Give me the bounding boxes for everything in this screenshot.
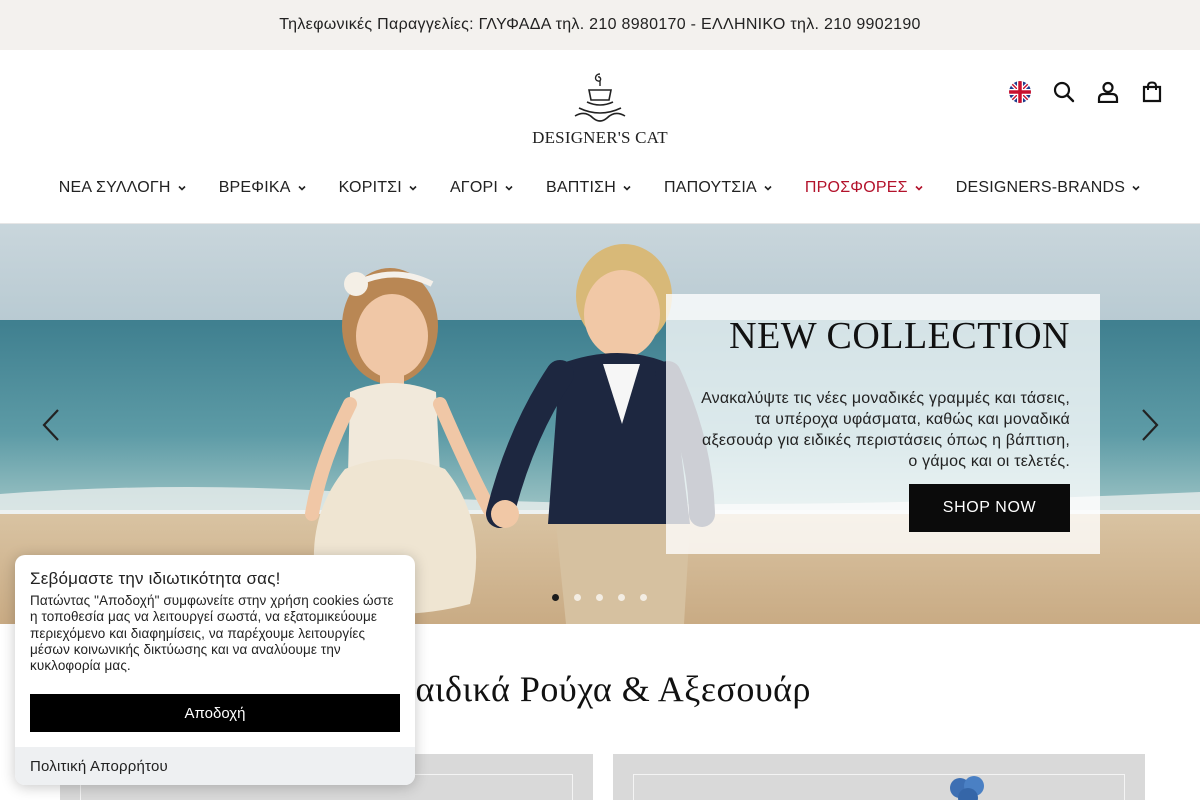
accept-cookies-button[interactable]: Αποδοχή bbox=[30, 694, 400, 732]
chevron-down-icon bbox=[915, 185, 923, 191]
cat-logo-icon bbox=[574, 73, 626, 122]
slider-dot-2[interactable] bbox=[574, 594, 581, 601]
site-header: DESIGNER'S CAT ΝΕΑ ΣΥΛΛΟΓΗ ΒΡΕΦΙΚΑ ΚΟΡΙΤ… bbox=[0, 50, 1200, 224]
shop-now-button[interactable]: SHOP NOW bbox=[909, 484, 1070, 532]
hero-title: NEW COLLECTION bbox=[729, 315, 1070, 357]
card-frame bbox=[633, 774, 1125, 800]
privacy-policy-label: Πολιτική Απορρήτου bbox=[30, 757, 168, 775]
nav-item-boy[interactable]: ΑΓΟΡΙ bbox=[450, 179, 514, 197]
nav-label: ΑΓΟΡΙ bbox=[449, 179, 498, 196]
category-card[interactable] bbox=[613, 754, 1145, 800]
flower-icon bbox=[950, 776, 984, 800]
nav-item-designers-brands[interactable]: DESIGNERS-BRANDS bbox=[956, 179, 1141, 197]
nav-item-girl[interactable]: ΚΟΡΙΤΣΙ bbox=[339, 179, 418, 197]
logo-text: DESIGNER'S CAT bbox=[532, 128, 668, 147]
nav-label: DESIGNERS-BRANDS bbox=[955, 179, 1126, 196]
slider-dots bbox=[552, 594, 647, 601]
cart-icon bbox=[1142, 81, 1162, 103]
main-navigation: ΝΕΑ ΣΥΛΛΟΓΗ ΒΡΕΦΙΚΑ ΚΟΡΙΤΣΙ ΑΓΟΡΙ ΒΑΠΤΙΣ… bbox=[0, 176, 1200, 200]
nav-item-baby[interactable]: ΒΡΕΦΙΚΑ bbox=[219, 179, 307, 197]
announcement-text: Τηλεφωνικές Παραγγελίες: ΓΛΥΦΑΔΑ τηλ. 21… bbox=[279, 16, 921, 33]
slider-prev-arrow-icon[interactable] bbox=[40, 408, 64, 442]
cookie-title: Σεβόμαστε την ιδιωτικότητα σας! bbox=[30, 569, 281, 588]
nav-label: ΝΕΑ ΣΥΛΛΟΓΗ bbox=[58, 179, 171, 196]
account-button[interactable] bbox=[1086, 78, 1130, 106]
uk-flag-icon bbox=[1009, 81, 1031, 103]
nav-label: ΠΡΟΣΦΟΡΕΣ bbox=[804, 179, 908, 196]
header-actions bbox=[998, 78, 1174, 106]
nav-label: ΚΟΡΙΤΣΙ bbox=[338, 179, 402, 196]
chevron-down-icon bbox=[178, 185, 186, 191]
chevron-down-icon bbox=[505, 185, 513, 191]
nav-item-shoes[interactable]: ΠΑΠΟΥΤΣΙΑ bbox=[664, 179, 773, 197]
slider-dot-4[interactable] bbox=[618, 594, 625, 601]
slider-dot-1[interactable] bbox=[552, 594, 559, 601]
chevron-down-icon bbox=[764, 185, 772, 191]
nav-label: ΒΡΕΦΙΚΑ bbox=[218, 179, 291, 196]
nav-item-offers[interactable]: ΠΡΟΣΦΟΡΕΣ bbox=[805, 179, 924, 197]
hero-description: Ανακαλύψτε τις νέες μοναδικές γραμμές κα… bbox=[701, 390, 1070, 470]
search-button[interactable] bbox=[1042, 78, 1086, 106]
brand-logo[interactable]: DESIGNER'S CAT bbox=[532, 72, 668, 154]
slider-next-arrow-icon[interactable] bbox=[1137, 408, 1161, 442]
nav-item-baptism[interactable]: ΒΑΠΤΙΣΗ bbox=[546, 179, 632, 197]
search-icon bbox=[1053, 81, 1075, 103]
cookie-consent-dialog: Σεβόμαστε την ιδιωτικότητα σας! Πατώντας… bbox=[15, 555, 415, 785]
chevron-down-icon bbox=[623, 185, 631, 191]
account-icon bbox=[1097, 81, 1119, 103]
slider-dot-3[interactable] bbox=[596, 594, 603, 601]
privacy-policy-link[interactable]: Πολιτική Απορρήτου bbox=[15, 747, 415, 785]
chevron-down-icon bbox=[298, 185, 306, 191]
hero-promo-panel: NEW COLLECTION Ανακαλύψτε τις νέες μοναδ… bbox=[666, 294, 1100, 554]
nav-label: ΒΑΠΤΙΣΗ bbox=[545, 179, 616, 196]
cookie-text: Πατώντας "Αποδοχή" συμφωνείτε στην χρήση… bbox=[30, 593, 394, 674]
language-selector[interactable] bbox=[998, 78, 1042, 106]
slider-dot-5[interactable] bbox=[640, 594, 647, 601]
announcement-bar: Τηλεφωνικές Παραγγελίες: ΓΛΥΦΑΔΑ τηλ. 21… bbox=[0, 0, 1200, 50]
nav-label: ΠΑΠΟΥΤΣΙΑ bbox=[663, 179, 757, 196]
chevron-down-icon bbox=[409, 185, 417, 191]
cart-button[interactable] bbox=[1130, 78, 1174, 106]
chevron-down-icon bbox=[1132, 185, 1140, 191]
nav-item-new-collection[interactable]: ΝΕΑ ΣΥΛΛΟΓΗ bbox=[59, 179, 187, 197]
